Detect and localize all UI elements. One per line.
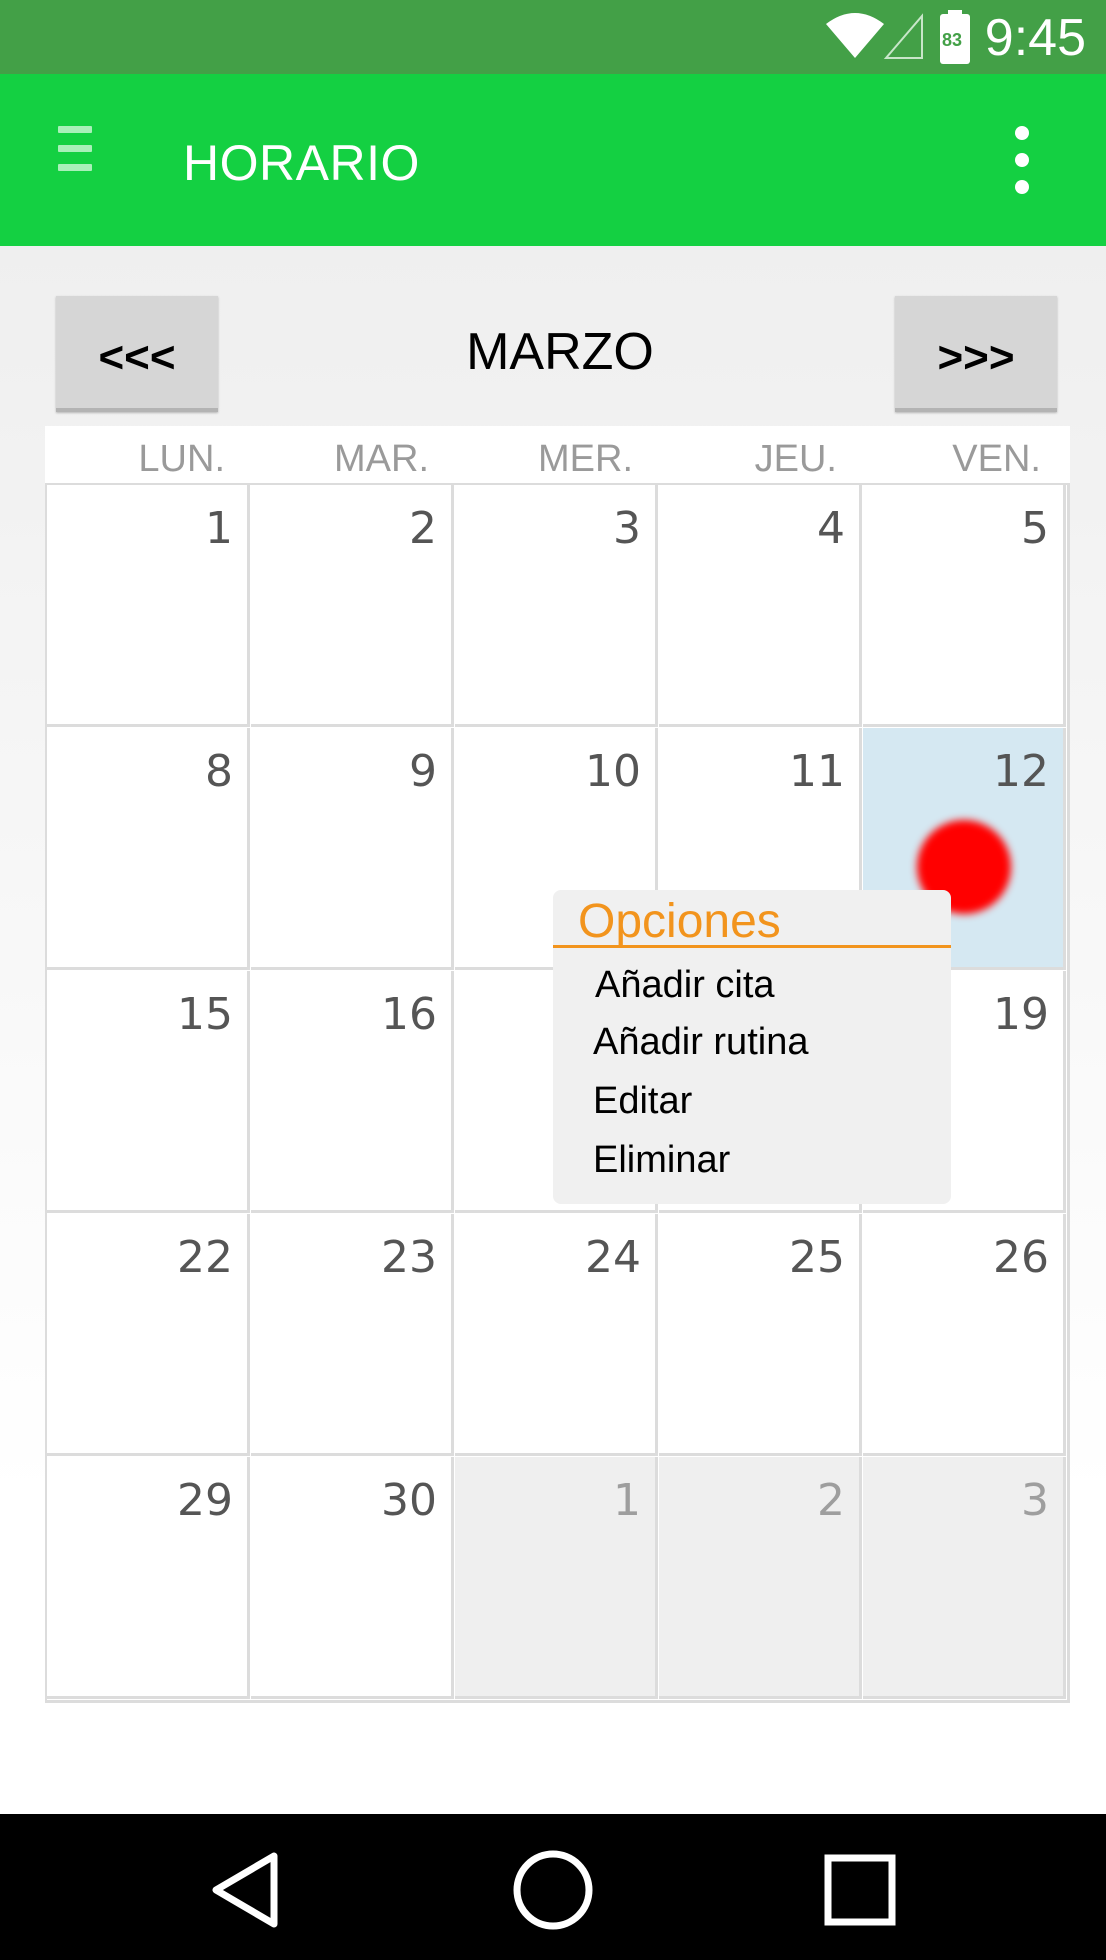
day-number: 3 xyxy=(613,503,641,554)
day-number: 29 xyxy=(177,1475,233,1526)
menu-item-delete[interactable]: Eliminar xyxy=(593,1139,730,1182)
day-number: 10 xyxy=(585,746,641,797)
day-cell[interactable]: 25 xyxy=(659,1214,862,1456)
menu-item-add-appointment[interactable]: Añadir cita xyxy=(595,964,775,1007)
status-time: 9:45 xyxy=(984,9,1086,67)
day-cell[interactable]: 9 xyxy=(251,728,454,970)
weekday-label: MAR. xyxy=(334,438,429,480)
system-nav-bar xyxy=(0,1814,1106,1960)
app-title: HORARIO xyxy=(183,135,420,191)
overflow-menu-icon[interactable] xyxy=(1002,126,1042,198)
day-cell[interactable]: 5 xyxy=(863,485,1066,727)
day-cell[interactable]: 3 xyxy=(455,485,658,727)
weekday-header: LUN. MAR. MER. JEU. VEN. xyxy=(45,426,1070,486)
battery-level: 83 xyxy=(942,30,963,50)
day-cell[interactable]: 2 xyxy=(251,485,454,727)
home-icon[interactable] xyxy=(503,1840,603,1940)
day-number: 19 xyxy=(993,989,1049,1040)
day-number: 11 xyxy=(789,746,845,797)
hamburger-menu-icon[interactable] xyxy=(50,126,104,190)
prev-month-button[interactable]: <<< xyxy=(56,296,218,412)
day-number: 12 xyxy=(993,746,1049,797)
day-cell[interactable]: 26 xyxy=(863,1214,1066,1456)
day-number: 23 xyxy=(381,1232,437,1283)
recents-icon[interactable] xyxy=(810,1840,910,1940)
day-number: 22 xyxy=(177,1232,233,1283)
day-cell[interactable]: 15 xyxy=(47,971,250,1213)
back-icon[interactable] xyxy=(196,1840,296,1940)
day-cell[interactable]: 16 xyxy=(251,971,454,1213)
day-number: 2 xyxy=(817,1475,845,1526)
menu-item-add-routine[interactable]: Añadir rutina xyxy=(593,1021,808,1064)
day-cell-other-month[interactable]: 2 xyxy=(659,1457,862,1699)
weekday-label: JEU. xyxy=(754,438,837,480)
day-cell[interactable]: 22 xyxy=(47,1214,250,1456)
day-number: 15 xyxy=(177,989,233,1040)
app-bar: HORARIO xyxy=(0,74,1106,246)
day-cell[interactable]: 24 xyxy=(455,1214,658,1456)
day-number: 30 xyxy=(381,1475,437,1526)
day-cell[interactable]: 23 xyxy=(251,1214,454,1456)
day-number: 1 xyxy=(613,1475,641,1526)
day-cell-other-month[interactable]: 1 xyxy=(455,1457,658,1699)
day-cell[interactable]: 30 xyxy=(251,1457,454,1699)
day-number: 25 xyxy=(789,1232,845,1283)
wifi-icon xyxy=(826,13,884,58)
day-cell-other-month[interactable]: 3 xyxy=(863,1457,1066,1699)
day-number: 26 xyxy=(993,1232,1049,1283)
options-popup: Opciones Añadir cita Añadir rutina Edita… xyxy=(553,890,951,1204)
day-cell[interactable]: 1 xyxy=(47,485,250,727)
weekday-label: LUN. xyxy=(138,438,225,480)
next-month-button[interactable]: >>> xyxy=(895,296,1057,412)
day-number: 24 xyxy=(585,1232,641,1283)
day-number: 3 xyxy=(1021,1475,1049,1526)
day-number: 2 xyxy=(409,503,437,554)
day-cell[interactable]: 4 xyxy=(659,485,862,727)
day-cell[interactable]: 29 xyxy=(47,1457,250,1699)
menu-item-edit[interactable]: Editar xyxy=(593,1080,692,1123)
month-title: MARZO xyxy=(466,323,654,381)
status-bar: 83 9:45 xyxy=(0,0,1106,74)
day-number: 1 xyxy=(205,503,233,554)
day-number: 8 xyxy=(205,746,233,797)
day-number: 4 xyxy=(817,503,845,554)
weekday-label: VEN. xyxy=(952,438,1041,480)
signal-icon xyxy=(883,13,923,59)
day-number: 5 xyxy=(1021,503,1049,554)
popup-title: Opciones xyxy=(578,895,781,948)
day-number: 9 xyxy=(409,746,437,797)
day-cell[interactable]: 8 xyxy=(47,728,250,970)
popup-divider xyxy=(553,945,951,948)
day-number: 16 xyxy=(381,989,437,1040)
weekday-label: MER. xyxy=(538,438,633,480)
